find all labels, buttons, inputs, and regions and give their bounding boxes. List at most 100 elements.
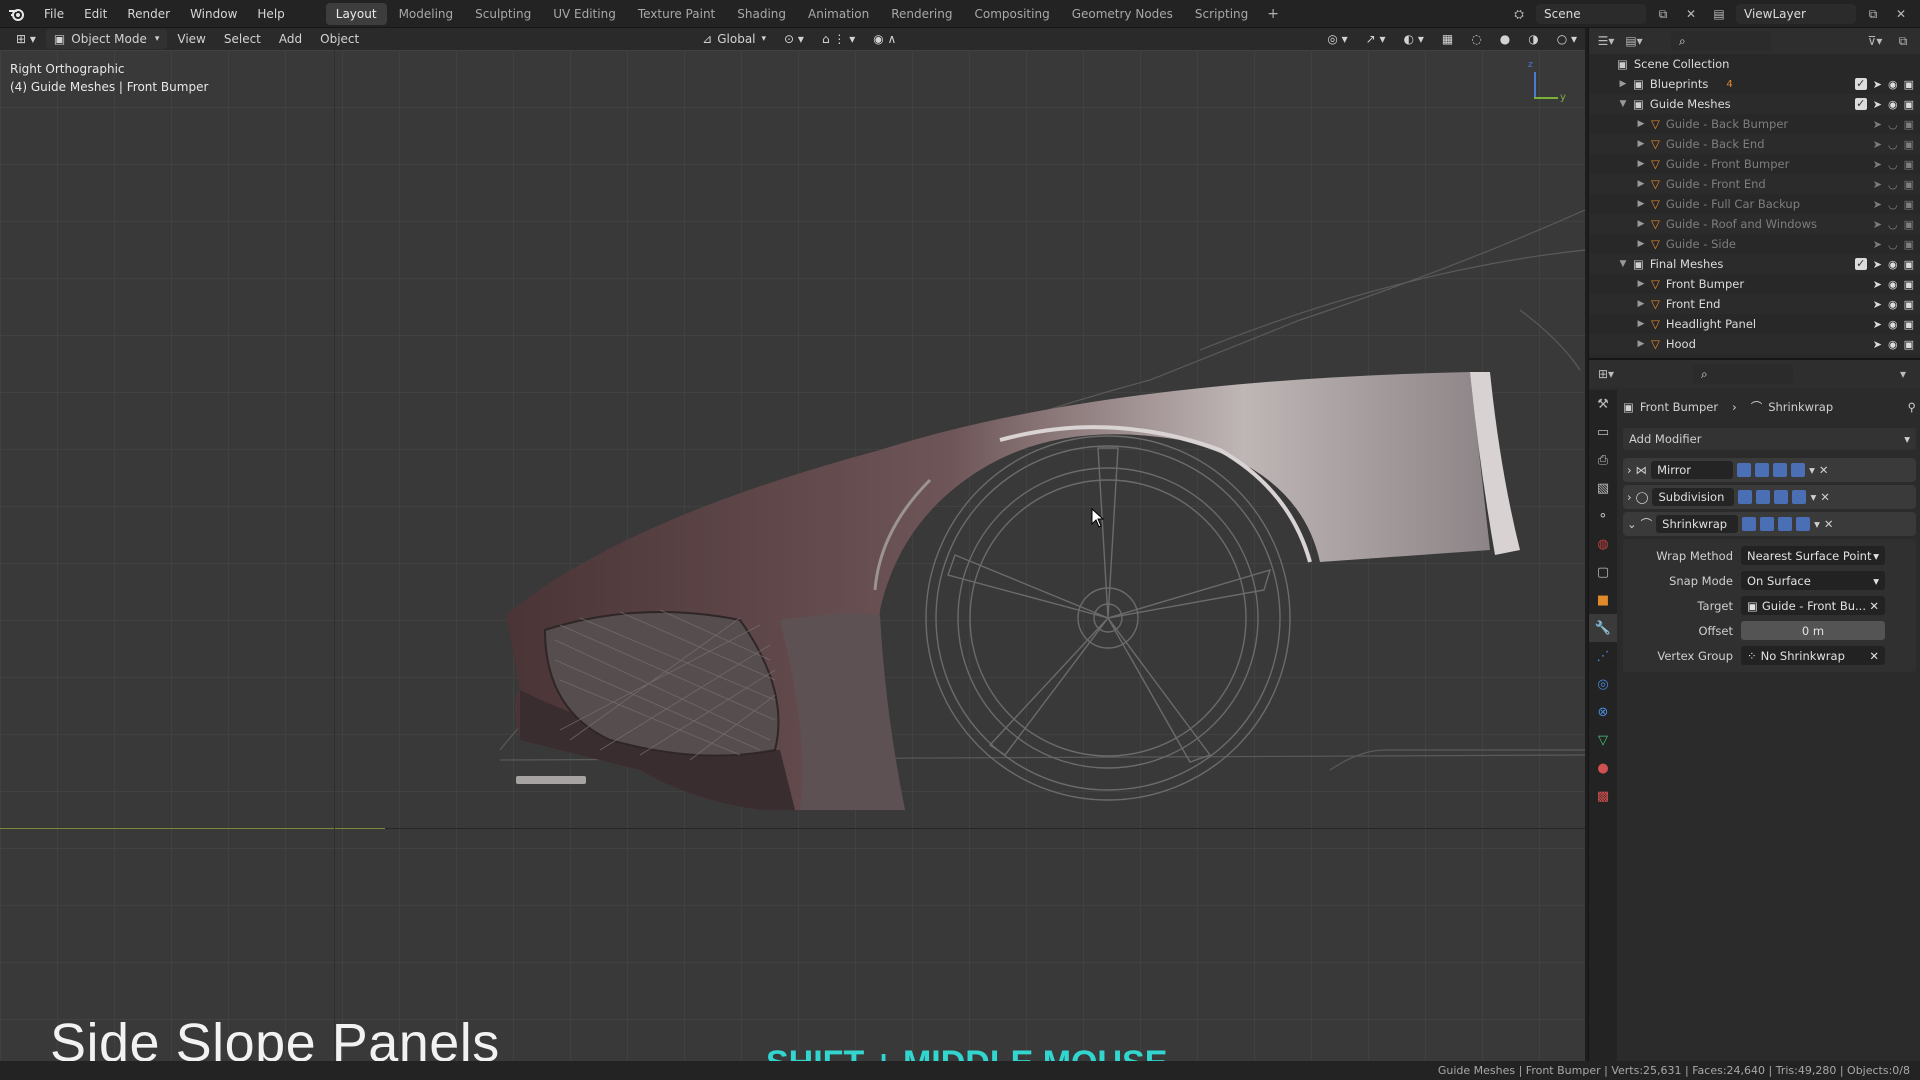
realtime-icon[interactable]: [1774, 490, 1789, 504]
shading-wireframe-icon[interactable]: ◌: [1463, 29, 1489, 49]
camera-icon[interactable]: ▣: [1904, 78, 1914, 91]
outliner-row[interactable]: ▶ ▣ Blueprints 4 ✓ ➤ ◉ ▣: [1589, 74, 1920, 94]
chevron-right-icon[interactable]: ▶: [1635, 219, 1647, 229]
chevron-right-icon[interactable]: ›: [1627, 490, 1632, 504]
close-icon[interactable]: ✕: [1869, 649, 1879, 663]
eye-closed-icon[interactable]: ◡: [1888, 138, 1898, 151]
camera-icon[interactable]: ▣: [1904, 98, 1914, 111]
select-icon[interactable]: ➤: [1873, 238, 1882, 251]
editor-type-icon[interactable]: ⊞ ▾: [8, 29, 44, 49]
exclude-checkbox[interactable]: ✓: [1854, 98, 1867, 110]
outliner-row[interactable]: ▶ ▽ Guide - Front Bumper ➤ ◡ ▣: [1589, 154, 1920, 174]
overlays-icon[interactable]: ◐ ▾: [1396, 29, 1432, 49]
close-icon[interactable]: ✕: [1819, 463, 1829, 477]
shading-material-icon[interactable]: ◑: [1520, 29, 1546, 49]
tab-data-icon[interactable]: ▽: [1589, 726, 1617, 754]
outliner-row[interactable]: ▶ ▽ Headlight Panel ➤ ◉ ▣: [1589, 314, 1920, 334]
chevron-down-icon[interactable]: ▾: [1809, 463, 1815, 477]
new-collection-icon[interactable]: ⧉: [1892, 31, 1914, 51]
select-icon[interactable]: ➤: [1873, 258, 1882, 271]
chevron-down-icon[interactable]: ▼: [1617, 99, 1629, 109]
proportional-edit-icon[interactable]: ◉ ∧: [865, 29, 904, 49]
chevron-right-icon[interactable]: ▶: [1635, 319, 1647, 329]
vertex-group-field[interactable]: ⁘ No Shrinkwrap ✕: [1741, 646, 1885, 665]
outliner-row[interactable]: ▼ ▣ Final Meshes ✓ ➤ ◉ ▣: [1589, 254, 1920, 274]
cage-icon[interactable]: [1760, 517, 1775, 531]
chevron-right-icon[interactable]: ▶: [1635, 119, 1647, 129]
chevron-right-icon[interactable]: ▶: [1635, 239, 1647, 249]
new-scene-icon[interactable]: ⧉: [1652, 4, 1674, 24]
close-icon[interactable]: ✕: [1820, 490, 1830, 504]
camera-icon[interactable]: ▣: [1904, 178, 1914, 191]
tab-layout[interactable]: Layout: [325, 2, 387, 25]
tab-scene-icon[interactable]: ⚬: [1589, 502, 1617, 530]
scene-icon[interactable]: ⛭: [1508, 4, 1530, 24]
eye-icon[interactable]: ◉: [1888, 338, 1898, 351]
outliner-row[interactable]: ▶ ▽ Guide - Front End ➤ ◡ ▣: [1589, 174, 1920, 194]
menu-window[interactable]: Window: [180, 0, 247, 28]
render-icon[interactable]: [1796, 517, 1811, 531]
eye-closed-icon[interactable]: ◡: [1888, 178, 1898, 191]
chevron-right-icon[interactable]: ▶: [1635, 139, 1647, 149]
render-icon[interactable]: [1792, 490, 1807, 504]
camera-icon[interactable]: ▣: [1904, 238, 1914, 251]
menu-add[interactable]: Add: [271, 29, 310, 49]
camera-icon[interactable]: ▣: [1904, 218, 1914, 231]
eye-icon[interactable]: ◉: [1888, 298, 1898, 311]
select-icon[interactable]: ➤: [1873, 78, 1882, 91]
tab-shading[interactable]: Shading: [727, 3, 796, 25]
chevron-right-icon[interactable]: ›: [1627, 463, 1632, 477]
camera-icon[interactable]: ▣: [1904, 198, 1914, 211]
pin-icon[interactable]: ⚲: [1908, 400, 1916, 414]
tab-rendering[interactable]: Rendering: [881, 3, 962, 25]
eye-closed-icon[interactable]: ◡: [1888, 238, 1898, 251]
tab-material-icon[interactable]: ●: [1589, 754, 1617, 782]
display-mode-icon[interactable]: ▤▾: [1623, 31, 1645, 51]
menu-object[interactable]: Object: [312, 29, 367, 49]
realtime-icon[interactable]: [1773, 463, 1788, 477]
tab-texture-icon[interactable]: ▩: [1589, 782, 1617, 810]
menu-file[interactable]: File: [34, 0, 74, 28]
tab-view-layer-icon[interactable]: ▧: [1589, 474, 1617, 502]
select-icon[interactable]: ➤: [1873, 198, 1882, 211]
camera-icon[interactable]: ▣: [1904, 338, 1914, 351]
camera-icon[interactable]: ▣: [1904, 278, 1914, 291]
realtime-icon[interactable]: [1778, 517, 1793, 531]
blender-logo-icon[interactable]: [0, 0, 34, 28]
tab-texture-paint[interactable]: Texture Paint: [628, 3, 725, 25]
delete-view-layer-icon[interactable]: ✕: [1890, 4, 1912, 24]
tab-compositing[interactable]: Compositing: [964, 3, 1059, 25]
select-icon[interactable]: ➤: [1873, 298, 1882, 311]
tab-uv-editing[interactable]: UV Editing: [543, 3, 626, 25]
select-icon[interactable]: ➤: [1873, 158, 1882, 171]
xray-icon[interactable]: ▦: [1434, 29, 1461, 49]
eye-icon[interactable]: ◉: [1888, 278, 1898, 291]
outliner-row[interactable]: ▶ ▽ Guide - Back End ➤ ◡ ▣: [1589, 134, 1920, 154]
eye-closed-icon[interactable]: ◡: [1888, 218, 1898, 231]
outliner-row[interactable]: ▶ ▽ Guide - Back Bumper ➤ ◡ ▣: [1589, 114, 1920, 134]
chevron-right-icon[interactable]: ▶: [1635, 199, 1647, 209]
outliner-row[interactable]: ▶ ▽ Front End ➤ ◉ ▣: [1589, 294, 1920, 314]
cage-icon[interactable]: [1756, 490, 1771, 504]
chevron-right-icon[interactable]: ▶: [1635, 299, 1647, 309]
eye-icon[interactable]: ◉: [1888, 258, 1898, 271]
outliner-row[interactable]: ▶ ▽ Guide - Roof and Windows ➤ ◡ ▣: [1589, 214, 1920, 234]
modifier-name[interactable]: Mirror: [1651, 461, 1734, 479]
chevron-down-icon[interactable]: ▾: [1810, 490, 1816, 504]
tab-render-icon[interactable]: ▭: [1589, 418, 1617, 446]
new-view-layer-icon[interactable]: ⧉: [1862, 4, 1884, 24]
chevron-down-icon[interactable]: ⌄: [1627, 517, 1637, 531]
outliner-row[interactable]: ▶ ▽ Front Bumper ➤ ◉ ▣: [1589, 274, 1920, 294]
menu-select[interactable]: Select: [216, 29, 269, 49]
shading-rendered-icon[interactable]: ○ ▾: [1549, 29, 1585, 49]
exclude-checkbox[interactable]: ✓: [1854, 78, 1867, 90]
camera-icon[interactable]: ▣: [1904, 258, 1914, 271]
add-modifier-dropdown[interactable]: Add Modifier ▾: [1623, 428, 1916, 450]
axis-gizmo[interactable]: z y: [1528, 60, 1568, 108]
modifier-subdivision[interactable]: › ◯ Subdivision ▾ ✕: [1623, 485, 1916, 509]
eye-closed-icon[interactable]: ◡: [1888, 118, 1898, 131]
camera-icon[interactable]: ▣: [1904, 138, 1914, 151]
tab-sculpting[interactable]: Sculpting: [465, 3, 541, 25]
delete-scene-icon[interactable]: ✕: [1680, 4, 1702, 24]
outliner-row[interactable]: ▶ ▽ Guide - Side ➤ ◡ ▣: [1589, 234, 1920, 254]
